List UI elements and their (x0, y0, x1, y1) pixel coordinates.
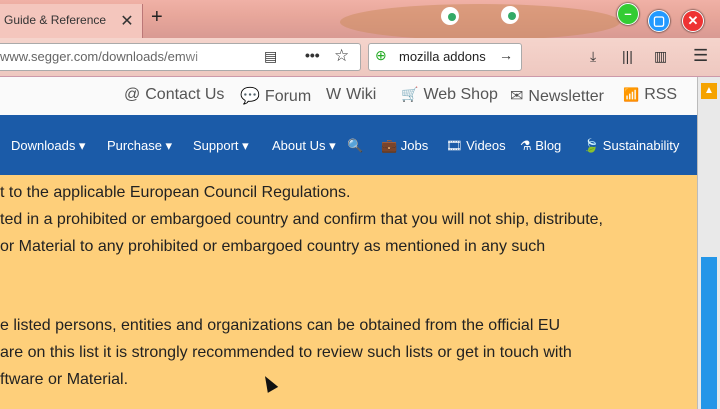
at-icon: @ (124, 86, 141, 103)
content-area: t to the applicable European Council Reg… (0, 175, 697, 409)
page-scrollbar[interactable]: ▲ (697, 77, 720, 409)
nav-bar: www.segger.com/downloads/emwi ▤ ••• ☆ ⊕ … (0, 38, 720, 77)
sidebar-icon[interactable]: ▥ (654, 48, 667, 65)
scroll-thumb[interactable] (701, 257, 717, 409)
envelope-icon: ✉ (510, 88, 524, 105)
nav-support[interactable]: Support ▾ (193, 138, 249, 154)
nav-sustainability[interactable]: 🍃 Sustainability (583, 138, 679, 154)
wiki-icon: W (326, 86, 342, 103)
web-shop-link[interactable]: 🛒 Web Shop (401, 86, 498, 104)
scroll-up-icon[interactable]: ▲ (701, 83, 717, 99)
nav-blog[interactable]: ⚗ Blog (520, 138, 561, 154)
content-line: are on this list it is strongly recommen… (0, 344, 572, 361)
content-line: ftware or Material. (0, 371, 129, 388)
nav-purchase[interactable]: Purchase ▾ (107, 138, 172, 154)
close-tab-icon[interactable]: ✕ (119, 11, 135, 31)
web-page: @ Contact Us 💬 Forum W Wiki 🛒 Web Shop ✉ News… (0, 77, 697, 409)
newsletter-link[interactable]: ✉ Newsletter (510, 86, 604, 106)
active-tab[interactable]: Guide & Reference ✕ (0, 4, 143, 38)
new-tab-button[interactable]: + (151, 6, 163, 29)
content-line: t to the applicable European Council Reg… (0, 184, 351, 201)
minimize-icon[interactable]: – (617, 3, 639, 25)
tab-bar: Guide & Reference ✕ + – ▢ ✕ (0, 0, 720, 38)
forum-icon: 💬 (240, 88, 260, 105)
tab-title: Guide & Reference (4, 13, 107, 27)
top-links-bar: @ Contact Us 💬 Forum W Wiki 🛒 Web Shop ✉ News… (0, 77, 697, 115)
menu-icon[interactable]: ☰ (693, 46, 708, 66)
wiki-link[interactable]: W Wiki (326, 86, 376, 104)
download-icon[interactable]: ⤓ (590, 48, 596, 65)
url-text: www.segger.com/downloads/emwi (0, 49, 198, 64)
library-icon[interactable]: ||| (622, 48, 633, 64)
main-nav: Downloads ▾ Purchase ▾ Support ▾ About U… (0, 115, 697, 175)
theme-artwork-icon (340, 4, 620, 38)
cart-icon: 🛒 (401, 86, 419, 102)
content-line: ted in a prohibited or embargoed country… (0, 211, 603, 228)
restore-icon[interactable]: ▢ (648, 10, 670, 32)
content-line: e listed persons, entities and organizat… (0, 317, 561, 334)
search-icon[interactable]: 🔍 (347, 138, 363, 154)
content-line: or Material to any prohibited or embargo… (0, 238, 546, 255)
nav-videos[interactable]: 🎞 Videos (446, 138, 506, 154)
search-text: mozilla addons (399, 49, 486, 64)
search-icon: ⊕ (375, 47, 387, 63)
contact-us-link[interactable]: @ Contact Us (124, 86, 224, 104)
close-window-icon[interactable]: ✕ (682, 10, 704, 32)
bookmark-star-icon[interactable]: ☆ (334, 46, 349, 66)
nav-about-us[interactable]: About Us ▾ (272, 138, 336, 154)
reader-icon[interactable]: ▤ (264, 48, 277, 65)
rss-link[interactable]: 📶 RSS (623, 86, 677, 104)
forum-link[interactable]: 💬 Forum (240, 86, 311, 106)
search-input[interactable]: ⊕ mozilla addons → (368, 43, 522, 71)
nav-downloads[interactable]: Downloads ▾ (11, 138, 85, 154)
search-go-icon[interactable]: → (499, 47, 513, 63)
nav-jobs[interactable]: 💼 Jobs (381, 138, 428, 154)
more-icon[interactable]: ••• (305, 47, 320, 63)
rss-icon: 📶 (623, 87, 640, 102)
url-bar[interactable]: www.segger.com/downloads/emwi ▤ ••• ☆ (0, 43, 361, 71)
